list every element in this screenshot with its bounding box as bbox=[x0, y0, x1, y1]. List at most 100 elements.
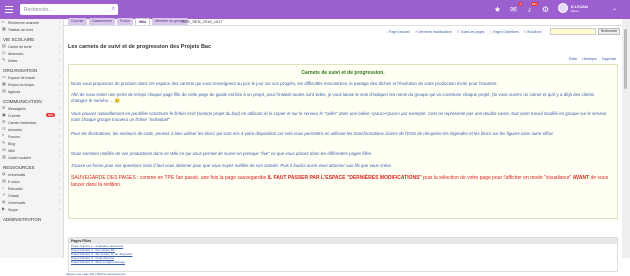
sidebar-item-label: Carnet d'adresses bbox=[8, 121, 37, 125]
sidebar-item-label: Tableau de bord bbox=[8, 28, 34, 32]
orientation-icon: ➚ bbox=[2, 192, 6, 197]
chevron-right-icon: › bbox=[58, 88, 60, 93]
sidebar-item-label: Universalis bbox=[8, 201, 26, 205]
page-search-input[interactable] bbox=[550, 28, 596, 35]
sidebar-item-label: Universalis bbox=[8, 173, 26, 177]
top-bar: Recherche... ⌕ ★ ✉ 1 ♪ 99+ ⚙ E.LEJAN Élève… bbox=[0, 0, 630, 19]
tab-forum[interactable]: Forum bbox=[116, 18, 134, 25]
home-icon: ⌂ bbox=[386, 30, 388, 34]
wiki-warning: SAUVEGARDE DES PAGES : comme en TPE l'an… bbox=[71, 175, 611, 189]
sidebar-item-label: Recherche avancée bbox=[8, 21, 40, 25]
toolbar-link[interactable]: ✎Brouillons bbox=[524, 30, 542, 36]
draft-icon: ✎ bbox=[523, 30, 527, 34]
mail-badge: 1 bbox=[518, 2, 522, 6]
sidebar-item[interactable]: ▤ E-sidoc › bbox=[0, 178, 63, 185]
sidebar-badge: 999 bbox=[45, 113, 55, 117]
tab-wiki[interactable]: Wiki bbox=[135, 18, 151, 25]
sidebar-item[interactable]: ▣ Courrier 999 › bbox=[0, 112, 63, 119]
chevron-right-icon: › bbox=[58, 74, 60, 79]
sidebar-item[interactable]: ✎ Notes › bbox=[0, 57, 63, 64]
child-pages-actions[interactable]: Ajouter une page fille | Afficher arbore… bbox=[66, 272, 126, 276]
sidebar-item-label: Courrier bbox=[8, 114, 21, 118]
sidebar-item[interactable]: ▥ Casier scolaire › bbox=[0, 154, 63, 161]
sidebar-item[interactable]: ☷ Annuaire › bbox=[0, 126, 63, 133]
tab-courrier[interactable]: Courrier bbox=[68, 18, 87, 25]
toolbar-link-label: Dernières modifications bbox=[418, 30, 452, 34]
sidebar-item[interactable]: ▤ Cahier de texte › bbox=[0, 43, 63, 50]
sidebar-item[interactable]: ➚ Onisep › bbox=[0, 192, 63, 199]
locker-icon: ▥ bbox=[2, 154, 6, 159]
warning-text: puis la sélection de votre page pour l'a… bbox=[421, 175, 573, 181]
folder-icon: ▭ bbox=[2, 74, 6, 79]
sidebar-item[interactable]: ▭ Espace de travail › bbox=[0, 74, 63, 81]
sidebar-item-label: Espace de travail bbox=[8, 76, 35, 80]
page-action-link[interactable]: Historique bbox=[582, 57, 596, 61]
sidebar-item[interactable]: ◷ Absences › bbox=[0, 50, 63, 57]
calendar-icon: ▦ bbox=[2, 81, 6, 86]
sidebar-item[interactable]: ♪ Educadio › bbox=[0, 185, 63, 192]
bell-icon[interactable]: ♪ 99+ bbox=[524, 2, 538, 15]
chevron-right-icon: › bbox=[58, 147, 60, 152]
main-content: ⌂Page d'accueil ↺Dernières modifications ☰… bbox=[64, 25, 622, 276]
toolbar-link-label: Toutes les pages bbox=[460, 30, 485, 34]
sidebar-section-title: Communication bbox=[3, 99, 42, 104]
forum-icon: ❝ bbox=[2, 133, 5, 138]
page-search-button[interactable]: Rechercher bbox=[598, 28, 620, 35]
chevron-right-icon: › bbox=[58, 43, 60, 48]
scrollbar-thumb[interactable] bbox=[624, 29, 627, 89]
tab-classements[interactable]: Classements bbox=[88, 18, 115, 25]
chevron-right-icon: › bbox=[58, 206, 60, 211]
bell-badge: 99+ bbox=[530, 2, 538, 6]
globe-icon: ◍ bbox=[2, 199, 6, 204]
search-icon[interactable]: ⌕ bbox=[112, 6, 115, 13]
sidebar-item[interactable]: ▦ Emploi du temps › bbox=[0, 81, 63, 88]
sidebar: ⌕ Recherche avancée › ▦ Tableau de bord › Vie … bbox=[0, 19, 64, 258]
sidebar-item[interactable]: ▦ Tableau de bord › bbox=[0, 26, 63, 33]
chevron-right-icon: › bbox=[58, 26, 60, 31]
toolbar-link[interactable]: ↺Dernières modifications bbox=[415, 30, 452, 36]
sidebar-section-title: Ressources bbox=[3, 165, 35, 170]
toolbar-link[interactable]: ☰Toutes les pages bbox=[457, 30, 485, 36]
child-pages-panel: Pages Filles Projet Numéro 1 - Aspirateu… bbox=[68, 237, 618, 272]
sidebar-item[interactable]: ✎ Blog › bbox=[0, 140, 63, 147]
wiki-paragraph: Pour les illustrations, les secteurs de … bbox=[71, 131, 554, 136]
gear-icon[interactable]: ⚙ bbox=[540, 4, 551, 15]
sidebar-item[interactable]: ◍ Universalis › bbox=[0, 171, 63, 178]
sidebar-item[interactable]: ❝ Forums › bbox=[0, 133, 63, 140]
sidebar-item[interactable]: ▤ Agenda › bbox=[0, 88, 63, 95]
chevron-right-icon: › bbox=[58, 154, 60, 159]
sidebar-item[interactable]: ✉ Messagerie › bbox=[0, 105, 63, 112]
page-action-link[interactable]: Supprimer bbox=[602, 57, 617, 61]
agenda-icon: ▤ bbox=[2, 88, 6, 93]
page-title: Les carnets de suivi et de progression d… bbox=[68, 44, 212, 50]
scrollbar[interactable] bbox=[622, 19, 630, 258]
wiki-paragraph: Nous vous proposons de produire dans cet… bbox=[71, 81, 498, 86]
sidebar-item[interactable]: ◍ Universalis › bbox=[0, 199, 63, 206]
video-icon: ▶ bbox=[2, 206, 6, 211]
warning-emphasis: IL FAUT PASSER PAR L'ESPACE "DERNIÈRES M… bbox=[267, 175, 422, 181]
user-menu[interactable]: E.LEJAN Élève ⌄ bbox=[558, 2, 618, 17]
chevron-right-icon: › bbox=[58, 126, 60, 131]
chevron-down-icon[interactable]: ⌄ bbox=[612, 5, 617, 12]
toolbar-link[interactable]: ⌂Page d'accueil bbox=[386, 30, 410, 36]
dashboard-icon: ▦ bbox=[2, 26, 6, 31]
search-input[interactable]: Recherche... ⌕ bbox=[20, 4, 118, 15]
wiki-toolbar: ⌂Page d'accueil ↺Dernières modifications ☰… bbox=[386, 30, 541, 36]
mail-icon[interactable]: ✉ 1 bbox=[508, 2, 522, 15]
toolbar-link-label: Pages Orphelines bbox=[493, 30, 519, 34]
sidebar-item-label: Emploi du temps bbox=[8, 83, 35, 87]
chevron-right-icon: › bbox=[58, 192, 60, 197]
sidebar-item-label: Agenda bbox=[8, 90, 21, 94]
toolbar-link[interactable]: ▢Pages Orphelines bbox=[489, 30, 518, 36]
page-action-link[interactable]: Éditer bbox=[569, 57, 577, 61]
group-tabs: Courrier Classements Forum Wiki Membre du gr… bbox=[68, 18, 188, 25]
sidebar-item[interactable]: ☰ Carnet d'adresses › bbox=[0, 119, 63, 126]
search-icon: ⌕ bbox=[2, 19, 5, 24]
sidebar-item[interactable]: ▶ Skype › bbox=[0, 206, 63, 213]
child-page-link[interactable]: Projet Numéro 5 - Suivi et apprentissage bbox=[69, 260, 617, 264]
star-icon[interactable]: ★ bbox=[492, 4, 503, 15]
sidebar-item[interactable]: W Wiki › bbox=[0, 147, 63, 154]
menu-icon[interactable] bbox=[4, 4, 14, 15]
sidebar-item[interactable]: ⌕ Recherche avancée › bbox=[0, 19, 63, 26]
sidebar-item-label: Onisep bbox=[8, 194, 20, 198]
